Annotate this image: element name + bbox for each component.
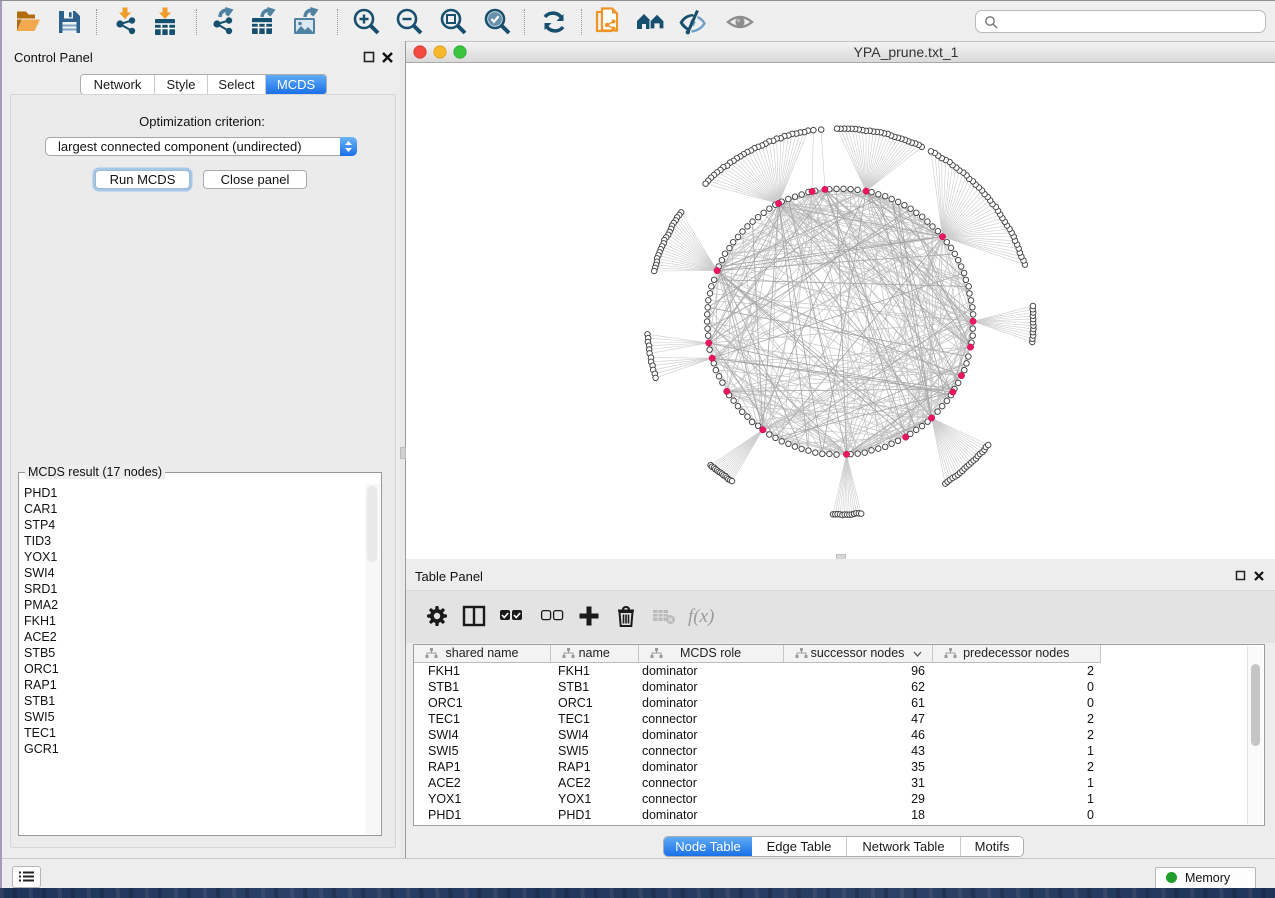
svg-text:f(x): f(x) bbox=[688, 606, 714, 627]
